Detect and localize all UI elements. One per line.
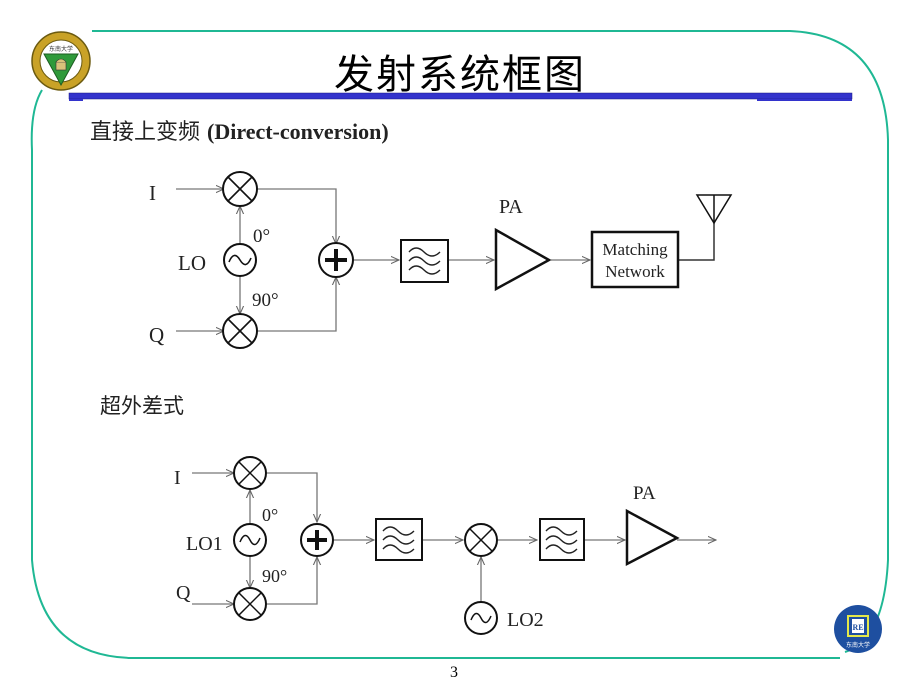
filter-2-icon bbox=[539, 518, 585, 561]
label-lo2: LO2 bbox=[507, 609, 544, 631]
page-number: 3 bbox=[450, 664, 458, 681]
label-lo1: LO1 bbox=[186, 533, 223, 555]
label-pa: PA bbox=[633, 483, 656, 504]
mixer-2-icon bbox=[464, 523, 498, 557]
label-q: Q bbox=[176, 582, 191, 604]
lab-logo: RE 东南大学 bbox=[834, 605, 882, 653]
local-oscillator-1-icon bbox=[233, 523, 267, 557]
slide: 东南大学 发射系统框图 直接上变频 (Direct-conversion) I … bbox=[0, 0, 920, 690]
summer-icon bbox=[300, 523, 334, 557]
local-oscillator-2-icon bbox=[464, 601, 498, 635]
label-phase-90: 90° bbox=[262, 566, 287, 586]
label-i: I bbox=[174, 467, 181, 489]
filter-1-icon bbox=[375, 518, 423, 561]
label-phase-0: 0° bbox=[262, 505, 278, 525]
superheterodyne-diagram: I Q LO1 0° 90° LO2 PA bbox=[174, 456, 920, 635]
power-amplifier-icon bbox=[625, 508, 680, 567]
mixer-i-icon bbox=[233, 456, 267, 490]
svg-text:RE: RE bbox=[852, 623, 863, 632]
lab-logo-text: 东南大学 bbox=[846, 641, 870, 649]
mixer-q-icon bbox=[233, 587, 267, 621]
